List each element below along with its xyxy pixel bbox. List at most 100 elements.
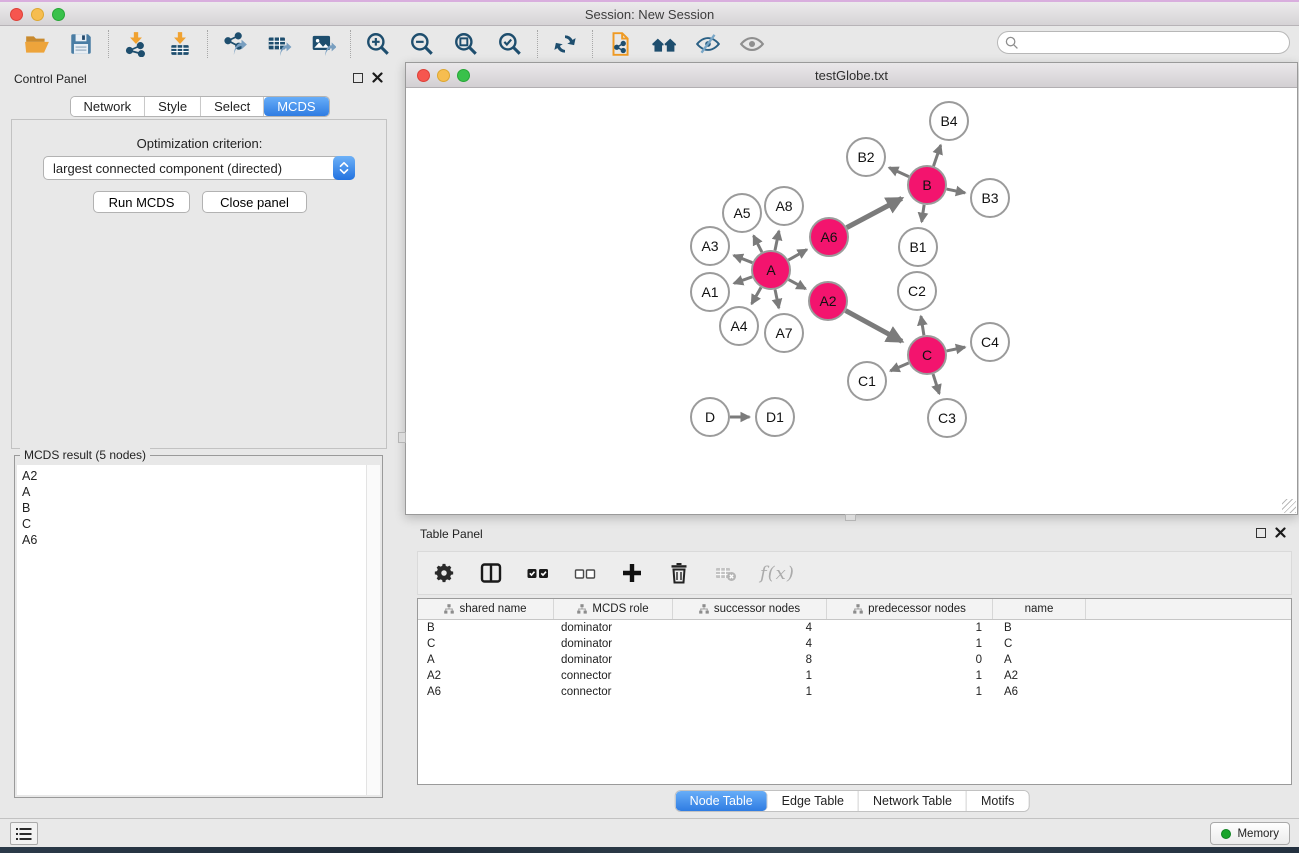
table-cell[interactable]: dominator — [554, 620, 673, 636]
scrollbar-track[interactable] — [366, 465, 380, 795]
search-field[interactable] — [997, 31, 1290, 54]
memory-button[interactable]: Memory — [1210, 822, 1290, 845]
float-panel-icon[interactable] — [1256, 528, 1266, 538]
graph-edge-C-C4 — [947, 347, 965, 351]
mcds-result-title: MCDS result (5 nodes) — [20, 448, 150, 462]
select-all-button[interactable] — [525, 560, 551, 586]
add-column-button[interactable] — [619, 560, 645, 586]
graph-node-label: B4 — [940, 113, 957, 129]
table-cell[interactable]: 1 — [673, 668, 827, 684]
graph-edge-A-A5 — [754, 236, 762, 252]
show-eye-button[interactable] — [738, 30, 766, 58]
zoom-out-button[interactable] — [408, 30, 436, 58]
table-cell[interactable]: A — [418, 652, 554, 668]
search-input[interactable] — [1023, 34, 1289, 52]
tab-edge-table[interactable]: Edge Table — [768, 791, 859, 811]
table-cell[interactable]: connector — [554, 684, 673, 700]
run-mcds-button[interactable]: Run MCDS — [93, 191, 190, 213]
close-panel-button[interactable]: Close panel — [202, 191, 307, 213]
table-cell[interactable]: C — [418, 636, 554, 652]
tab-select[interactable]: Select — [201, 97, 264, 116]
zoom-fit-button[interactable] — [452, 30, 480, 58]
mcds-result-item[interactable]: A2 — [22, 468, 366, 484]
table-cell[interactable]: 1 — [827, 684, 993, 700]
table-cell[interactable]: 4 — [673, 636, 827, 652]
graph-node-label: D — [705, 409, 715, 425]
table-cell[interactable]: connector — [554, 668, 673, 684]
zoom-in-button[interactable] — [364, 30, 392, 58]
close-panel-icon[interactable] — [1275, 527, 1286, 538]
homes-button[interactable] — [650, 30, 678, 58]
table-cell[interactable]: B — [993, 620, 1086, 636]
window-resize-grip[interactable] — [1282, 499, 1296, 513]
column-header[interactable]: MCDS role — [554, 599, 673, 619]
network-document-button[interactable] — [606, 30, 634, 58]
tree-icon — [577, 604, 587, 614]
columns-button[interactable] — [478, 560, 504, 586]
float-panel-icon[interactable] — [353, 73, 363, 83]
export-network-button[interactable] — [221, 30, 249, 58]
column-header[interactable]: predecessor nodes — [827, 599, 993, 619]
tab-style[interactable]: Style — [145, 97, 201, 116]
column-header[interactable]: shared name — [418, 599, 554, 619]
table-cell[interactable]: A — [993, 652, 1086, 668]
refresh-button[interactable] — [551, 30, 579, 58]
mcds-result-item[interactable]: C — [22, 516, 366, 532]
table-cell[interactable]: dominator — [554, 636, 673, 652]
tab-node-table[interactable]: Node Table — [676, 791, 768, 811]
table-row[interactable]: Bdominator41B — [418, 620, 1291, 636]
network-view-window: testGlobe.txt B4B2BB3A8A5A6A3B1AA1C2A2A4… — [405, 62, 1298, 515]
delete-table-button[interactable] — [713, 560, 739, 586]
table-cell[interactable]: 8 — [673, 652, 827, 668]
table-cell[interactable]: A6 — [418, 684, 554, 700]
network-canvas[interactable]: B4B2BB3A8A5A6A3B1AA1C2A2A4A7C4CC1C3DD1 — [406, 88, 1297, 514]
criterion-dropdown[interactable]: largest connected component (directed) — [43, 156, 355, 180]
export-image-icon — [310, 31, 336, 57]
table-cell[interactable]: 1 — [827, 620, 993, 636]
vertical-divider-handle[interactable] — [398, 432, 406, 443]
export-image-button[interactable] — [309, 30, 337, 58]
deselect-all-button[interactable] — [572, 560, 598, 586]
table-cell[interactable]: 0 — [827, 652, 993, 668]
function-builder-button[interactable]: f(x) — [760, 560, 795, 586]
tab-network[interactable]: Network — [70, 97, 145, 116]
tab-network-table[interactable]: Network Table — [859, 791, 967, 811]
delete-column-button[interactable] — [666, 560, 692, 586]
optimization-criterion-label: Optimization criterion: — [8, 136, 391, 151]
table-cell[interactable]: 1 — [827, 636, 993, 652]
table-cell[interactable]: dominator — [554, 652, 673, 668]
task-history-button[interactable] — [10, 822, 38, 845]
table-cell[interactable]: A2 — [993, 668, 1086, 684]
table-row[interactable]: Adominator80A — [418, 652, 1291, 668]
table-cell[interactable]: C — [993, 636, 1086, 652]
tab-mcds[interactable]: MCDS — [264, 97, 328, 116]
graph-node-label: C — [922, 347, 932, 363]
mcds-result-item[interactable]: A6 — [22, 532, 366, 548]
tree-icon — [699, 604, 709, 614]
gear-button[interactable] — [431, 560, 457, 586]
tab-motifs[interactable]: Motifs — [967, 791, 1028, 811]
table-cell[interactable]: A6 — [993, 684, 1086, 700]
open-file-button[interactable] — [23, 30, 51, 58]
zoom-selected-button[interactable] — [496, 30, 524, 58]
export-table-button[interactable] — [265, 30, 293, 58]
column-header[interactable]: successor nodes — [673, 599, 827, 619]
table-row[interactable]: A2connector11A2 — [418, 668, 1291, 684]
import-table-button[interactable] — [166, 30, 194, 58]
table-cell[interactable]: B — [418, 620, 554, 636]
column-header[interactable]: name — [993, 599, 1086, 619]
mcds-result-fieldset: MCDS result (5 nodes) A2ABCA6 — [14, 455, 383, 798]
graph-node-label: A5 — [733, 205, 750, 221]
hide-eye-button[interactable] — [694, 30, 722, 58]
table-row[interactable]: Cdominator41C — [418, 636, 1291, 652]
save-session-button[interactable] — [67, 30, 95, 58]
import-network-button[interactable] — [122, 30, 150, 58]
mcds-result-item[interactable]: B — [22, 500, 366, 516]
table-row[interactable]: A6connector11A6 — [418, 684, 1291, 700]
table-cell[interactable]: 1 — [673, 684, 827, 700]
table-cell[interactable]: 1 — [827, 668, 993, 684]
mcds-result-item[interactable]: A — [22, 484, 366, 500]
table-cell[interactable]: 4 — [673, 620, 827, 636]
close-panel-icon[interactable] — [372, 72, 383, 83]
table-cell[interactable]: A2 — [418, 668, 554, 684]
